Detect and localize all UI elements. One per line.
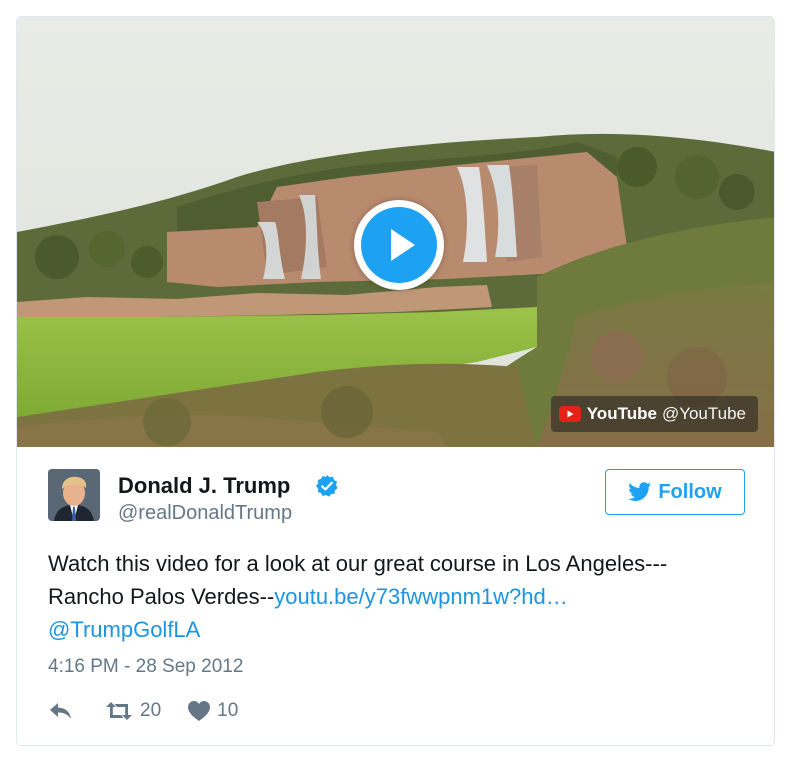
verified-badge-icon — [316, 475, 338, 497]
follow-label: Follow — [658, 480, 722, 503]
tweet-text-line1: Watch this video for a look at our great… — [48, 551, 668, 576]
tweet-text-line3: @TrumpGolfLA — [48, 613, 758, 646]
youtube-label: YouTube — [586, 404, 657, 423]
like-count: 10 — [217, 700, 239, 721]
tweet-card: YouTube @YouTube Donald J. Trump @realDo… — [16, 16, 775, 746]
follow-button[interactable]: Follow — [605, 469, 745, 515]
mention-link[interactable]: @TrumpGolfLA — [48, 617, 200, 642]
author-handle[interactable]: @realDonaldTrump — [118, 502, 292, 525]
play-button[interactable] — [354, 200, 444, 290]
youtube-handle: @YouTube — [661, 404, 746, 423]
like-button[interactable]: 10 — [187, 700, 238, 722]
tweet-timestamp[interactable]: 4:16 PM - 28 Sep 2012 — [48, 656, 243, 678]
retweet-icon — [106, 702, 132, 720]
video-embed[interactable]: YouTube @YouTube — [17, 17, 774, 447]
avatar[interactable] — [48, 469, 100, 521]
author-display-name[interactable]: Donald J. Trump — [118, 473, 290, 499]
reply-icon — [50, 703, 71, 719]
tweet-text-line2: Rancho Palos Verdes--youtu.be/y73fwwpnm1… — [48, 580, 758, 613]
youtube-logo-icon — [558, 406, 581, 422]
retweet-count: 20 — [140, 700, 162, 721]
play-icon — [361, 207, 437, 283]
tweet-text-prefix: Rancho Palos Verdes-- — [48, 584, 275, 609]
video-link[interactable]: youtu.be/y73fwwpnm1w?hd… — [274, 584, 568, 609]
reply-button[interactable] — [48, 700, 74, 722]
twitter-bird-icon — [628, 482, 652, 501]
heart-icon — [188, 701, 211, 721]
tweet-text: Watch this video for a look at our great… — [48, 547, 758, 646]
youtube-attribution[interactable]: YouTube @YouTube — [550, 396, 758, 432]
tweet-actions: 20 10 — [48, 697, 238, 725]
retweet-button[interactable]: 20 — [104, 700, 161, 722]
